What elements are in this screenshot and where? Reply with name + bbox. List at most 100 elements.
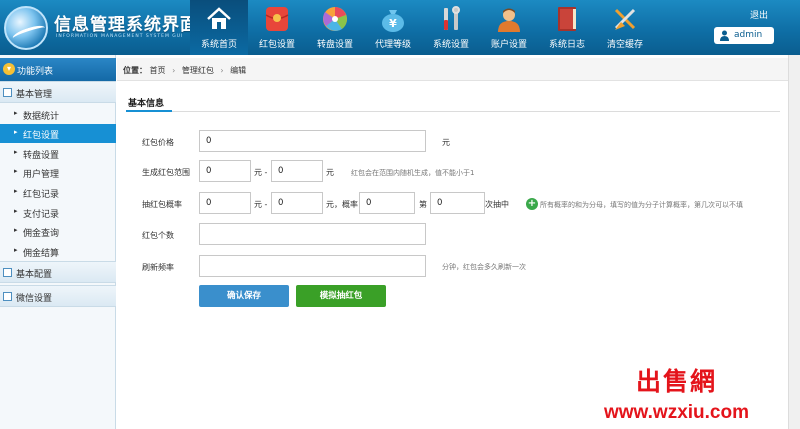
- section-title: 基本信息: [128, 99, 165, 109]
- sidebar-item-user-management[interactable]: ▸ 用户管理: [0, 163, 116, 182]
- nav-label: 代理等级: [374, 40, 411, 50]
- prob-label: 抽红包概率: [142, 200, 182, 209]
- prob-min-input[interactable]: 0: [199, 192, 251, 214]
- sidebar-title: ▾ 功能列表: [0, 58, 116, 81]
- prob-min-unit: 元 -: [254, 200, 268, 209]
- nav-item-red-envelope[interactable]: 红包设置: [248, 0, 306, 55]
- prob-nth-unit: 次抽中: [485, 200, 509, 209]
- range-hint: 红包会在范围内随机生成，值不能小于1: [351, 169, 475, 177]
- caret-right-icon: ▸: [14, 226, 18, 234]
- breadcrumb-prefix: 位置：: [123, 66, 147, 75]
- price-input[interactable]: 0: [199, 130, 426, 152]
- sidebar-group-wechat-settings[interactable]: 微信设置: [0, 285, 116, 307]
- breadcrumb-item-manage[interactable]: 管理红包: [182, 66, 214, 75]
- red-envelope-icon: [263, 5, 291, 33]
- caret-right-icon: ▸: [14, 246, 18, 254]
- sidebar-group-basic-management[interactable]: 基本管理: [0, 81, 116, 103]
- scrollbar[interactable]: [788, 55, 800, 429]
- watermark-logo: 出售網: [636, 367, 718, 396]
- prob-value-input[interactable]: 0: [359, 192, 415, 214]
- caret-right-icon: ▸: [14, 207, 18, 215]
- range-label: 生成红包范围: [142, 168, 190, 177]
- sidebar-item-red-envelope-records[interactable]: ▸ 红包记录: [0, 183, 116, 202]
- caret-right-icon: ▸: [14, 128, 18, 136]
- refresh-label: 刷新频率: [142, 263, 174, 272]
- prob-hint: 所有概率的和为分母，填写的值为分子计算概率，第几次可以不填: [540, 201, 743, 209]
- nav-label: 清空缓存: [606, 40, 643, 50]
- refresh-input[interactable]: [199, 255, 426, 277]
- watermark-url: www.wzxiu.com: [604, 402, 749, 423]
- sidebar-item-wheel-settings[interactable]: ▸ 转盘设置: [0, 144, 116, 163]
- app-title: 信息管理系统界面: [54, 15, 198, 35]
- svg-text:¥: ¥: [389, 17, 397, 30]
- prob-nth-prefix: 第: [419, 200, 427, 209]
- app-subtitle: INFORMATION MANAGEMENT SYSTEM GUI: [56, 34, 184, 39]
- simulate-button[interactable]: 模拟抽红包: [296, 285, 386, 307]
- prob-max-unit: 元，概率: [326, 200, 358, 209]
- user-icon: [720, 30, 729, 41]
- range-max-input[interactable]: 0: [271, 160, 323, 182]
- breadcrumb-separator: ›: [172, 66, 176, 75]
- tools-icon: [437, 5, 465, 33]
- nav-item-wheel[interactable]: 转盘设置: [306, 0, 364, 55]
- caret-right-icon: ▸: [14, 167, 18, 175]
- sidebar-item-red-envelope-settings[interactable]: ▸ 红包设置: [0, 124, 116, 143]
- add-row-icon[interactable]: +: [526, 198, 538, 210]
- nav-label: 系统首页: [200, 40, 237, 50]
- range-min-unit: 元 -: [254, 168, 268, 177]
- breadcrumb-item-edit: 编辑: [230, 66, 247, 75]
- refresh-hint: 分钟，红包会多久刷新一次: [442, 263, 526, 271]
- count-label: 红包个数: [142, 231, 174, 240]
- username: admin: [734, 30, 763, 40]
- nav-label: 红包设置: [258, 40, 295, 50]
- caret-right-icon: ▸: [14, 109, 18, 117]
- breadcrumb-separator: ›: [220, 66, 224, 75]
- nav-label: 系统设置: [432, 40, 469, 50]
- breadcrumb: 位置： 首页 › 管理红包 › 编辑: [117, 58, 800, 81]
- nav-item-home[interactable]: 系统首页: [190, 0, 248, 55]
- list-icon: [3, 88, 12, 97]
- caret-right-icon: ▸: [14, 187, 18, 195]
- nav-label: 系统日志: [548, 40, 585, 50]
- list-icon: [3, 268, 12, 277]
- top-header: 信息管理系统界面 INFORMATION MANAGEMENT SYSTEM G…: [0, 0, 800, 55]
- sidebar-item-data-stats[interactable]: ▸ 数据统计: [0, 105, 116, 124]
- logout-link[interactable]: 退出: [750, 8, 768, 21]
- nav-item-clear-cache[interactable]: 清空缓存: [596, 0, 654, 55]
- log-book-icon: [553, 5, 581, 33]
- clear-cache-icon: [611, 5, 639, 33]
- range-min-input[interactable]: 0: [199, 160, 251, 182]
- nav-item-system-log[interactable]: 系统日志: [538, 0, 596, 55]
- count-input[interactable]: [199, 223, 426, 245]
- price-label: 红包价格: [142, 138, 174, 147]
- nav-item-account-settings[interactable]: 账户设置: [480, 0, 538, 55]
- chevron-down-icon: ▾: [3, 63, 15, 75]
- list-icon: [3, 292, 12, 301]
- money-bag-icon: ¥: [379, 5, 407, 33]
- range-max-unit: 元: [326, 168, 334, 177]
- prob-nth-input[interactable]: 0: [430, 192, 485, 214]
- nav-item-agent-level[interactable]: ¥ 代理等级: [364, 0, 422, 55]
- home-icon: [205, 5, 233, 33]
- wheel-icon: [321, 5, 349, 33]
- top-nav: 系统首页 红包设置 转盘设置 ¥ 代理等级 系统设置 账户设置 系统日志 清空缓…: [190, 0, 654, 55]
- sidebar: ▾ 功能列表 基本管理 ▸ 数据统计 ▸ 红包设置 ▸ 转盘设置 ▸ 用户管理 …: [0, 55, 116, 429]
- breadcrumb-item-home[interactable]: 首页: [150, 66, 166, 75]
- caret-right-icon: ▸: [14, 148, 18, 156]
- price-unit: 元: [442, 138, 450, 147]
- sidebar-item-commission-query[interactable]: ▸ 佣金查询: [0, 222, 116, 241]
- account-icon: [495, 5, 523, 33]
- nav-item-system-settings[interactable]: 系统设置: [422, 0, 480, 55]
- nav-label: 账户设置: [490, 40, 527, 50]
- divider: [126, 111, 780, 112]
- user-badge[interactable]: admin: [714, 27, 774, 44]
- prob-max-input[interactable]: 0: [271, 192, 323, 214]
- logo-globe-icon: [4, 6, 48, 50]
- sidebar-item-commission-settlement[interactable]: ▸ 佣金结算: [0, 242, 116, 261]
- sidebar-item-payment-records[interactable]: ▸ 支付记录: [0, 203, 116, 222]
- sidebar-group-basic-config[interactable]: 基本配置: [0, 261, 116, 283]
- app-logo: 信息管理系统界面 INFORMATION MANAGEMENT SYSTEM G…: [4, 4, 197, 52]
- section-title-underline: [126, 110, 172, 112]
- nav-label: 转盘设置: [316, 40, 353, 50]
- save-button[interactable]: 确认保存: [199, 285, 289, 307]
